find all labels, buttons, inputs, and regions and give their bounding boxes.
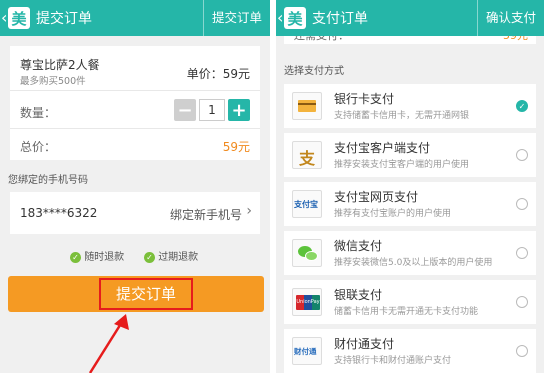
quantity-stepper: − 1 +: [174, 99, 250, 121]
top-bar: ‹ 美 支付订单 确认支付: [276, 0, 544, 36]
submit-order-top-button[interactable]: 提交订单: [202, 0, 270, 36]
order-card: 尊宝比萨2人餐 最多购买500件 单价：59元 数量： − 1 + 总价： 59…: [10, 46, 260, 160]
payment-method-desc: 推荐安装微信5.0及以上版本的用户使用: [334, 258, 493, 268]
payment-method-bank-card[interactable]: 银行卡支付 支持储蓄卡信用卡，无需开通网银 ✓: [284, 84, 536, 128]
quantity-input[interactable]: 1: [199, 99, 225, 121]
decrease-button[interactable]: −: [174, 99, 196, 121]
refund-expired: ✓ 过期退款: [144, 248, 198, 263]
confirm-payment-button[interactable]: 确认支付: [476, 0, 544, 36]
refund-anytime-label: 随时退款: [84, 252, 125, 263]
total-label: 总价：: [20, 140, 57, 154]
divider: [10, 90, 260, 91]
back-chevron-icon[interactable]: ‹: [1, 0, 7, 36]
radio-unselected[interactable]: [516, 247, 528, 259]
meituan-logo[interactable]: 美: [8, 7, 30, 29]
bound-phone-number: 183****6322: [20, 206, 98, 220]
payment-method-desc: 支持银行卡和财付通账户支付: [334, 356, 452, 366]
payment-method-name: 银行卡支付: [334, 92, 395, 106]
alipay-client-icon: 支: [292, 141, 322, 169]
tenpay-icon: 财付通: [292, 337, 322, 365]
payment-method-tenpay[interactable]: 财付通 财付通支付 支持银行卡和财付通账户支付: [284, 329, 536, 373]
refund-expired-label: 过期退款: [158, 252, 199, 263]
payment-method-name: 支付宝网页支付: [334, 190, 419, 204]
payment-method-name: 微信支付: [334, 239, 383, 253]
increase-button[interactable]: +: [228, 99, 250, 121]
top-bar: ‹ 美 提交订单 提交订单: [0, 0, 270, 36]
unionpay-icon: UnionPay: [292, 288, 322, 316]
page-title: 支付订单: [312, 11, 368, 27]
quantity-label: 数量：: [20, 106, 57, 120]
pay-order-screen: 还需支付： 59元 ‹ 美 支付订单 确认支付 选择支付方式 银行卡支付 支持储…: [276, 0, 544, 373]
payment-section-title: 选择支付方式: [284, 66, 344, 77]
wechat-icon: [292, 239, 322, 267]
phone-section-title: 您绑定的手机号码: [8, 175, 88, 186]
check-icon: ✓: [144, 251, 155, 263]
divider: [10, 128, 260, 129]
page-title: 提交订单: [36, 11, 92, 27]
product-name: 尊宝比萨2人餐: [20, 58, 100, 72]
bind-new-phone-link[interactable]: 绑定新手机号: [170, 206, 242, 223]
back-chevron-icon[interactable]: ‹: [277, 0, 283, 36]
payment-method-name: 银联支付: [334, 288, 383, 302]
payment-method-desc: 推荐安装支付宝客户端的用户使用: [334, 160, 470, 170]
meituan-logo[interactable]: 美: [284, 7, 306, 29]
payment-method-name: 支付宝客户端支付: [334, 141, 431, 155]
check-icon: ✓: [70, 251, 81, 263]
pointer-arrow-icon: [88, 314, 129, 373]
alipay-web-icon: 支付宝: [292, 190, 322, 218]
payment-method-alipay-web[interactable]: 支付宝 支付宝网页支付 推荐有支付宝账户的用户使用: [284, 182, 536, 226]
radio-unselected[interactable]: [516, 149, 528, 161]
payment-method-unionpay[interactable]: UnionPay 银联支付 储蓄卡信用卡无需开通无卡支付功能: [284, 280, 536, 324]
radio-unselected[interactable]: [516, 198, 528, 210]
radio-unselected[interactable]: [516, 296, 528, 308]
payment-method-desc: 推荐有支付宝账户的用户使用: [334, 209, 452, 219]
bank-card-icon: [292, 92, 322, 120]
unit-price: 单价：59元: [186, 67, 250, 81]
refund-anytime: ✓ 随时退款: [70, 248, 124, 263]
payment-method-desc: 储蓄卡信用卡无需开通无卡支付功能: [334, 307, 479, 317]
payment-method-alipay-client[interactable]: 支 支付宝客户端支付 推荐安装支付宝客户端的用户使用: [284, 133, 536, 177]
chevron-right-icon: ›: [246, 203, 252, 219]
submit-order-screen: ‹ 美 提交订单 提交订单 尊宝比萨2人餐 最多购买500件 单价：59元 数量…: [0, 0, 270, 373]
payment-method-name: 财付通支付: [334, 337, 395, 351]
radio-unselected[interactable]: [516, 345, 528, 357]
phone-card[interactable]: 183****6322 绑定新手机号 ›: [10, 192, 260, 234]
total-value: 59元: [222, 140, 250, 154]
purchase-limit: 最多购买500件: [20, 76, 86, 87]
payment-method-wechat[interactable]: 微信支付 推荐安装微信5.0及以上版本的用户使用: [284, 231, 536, 275]
radio-selected[interactable]: ✓: [516, 100, 528, 112]
payment-method-desc: 支持储蓄卡信用卡，无需开通网银: [334, 111, 470, 121]
